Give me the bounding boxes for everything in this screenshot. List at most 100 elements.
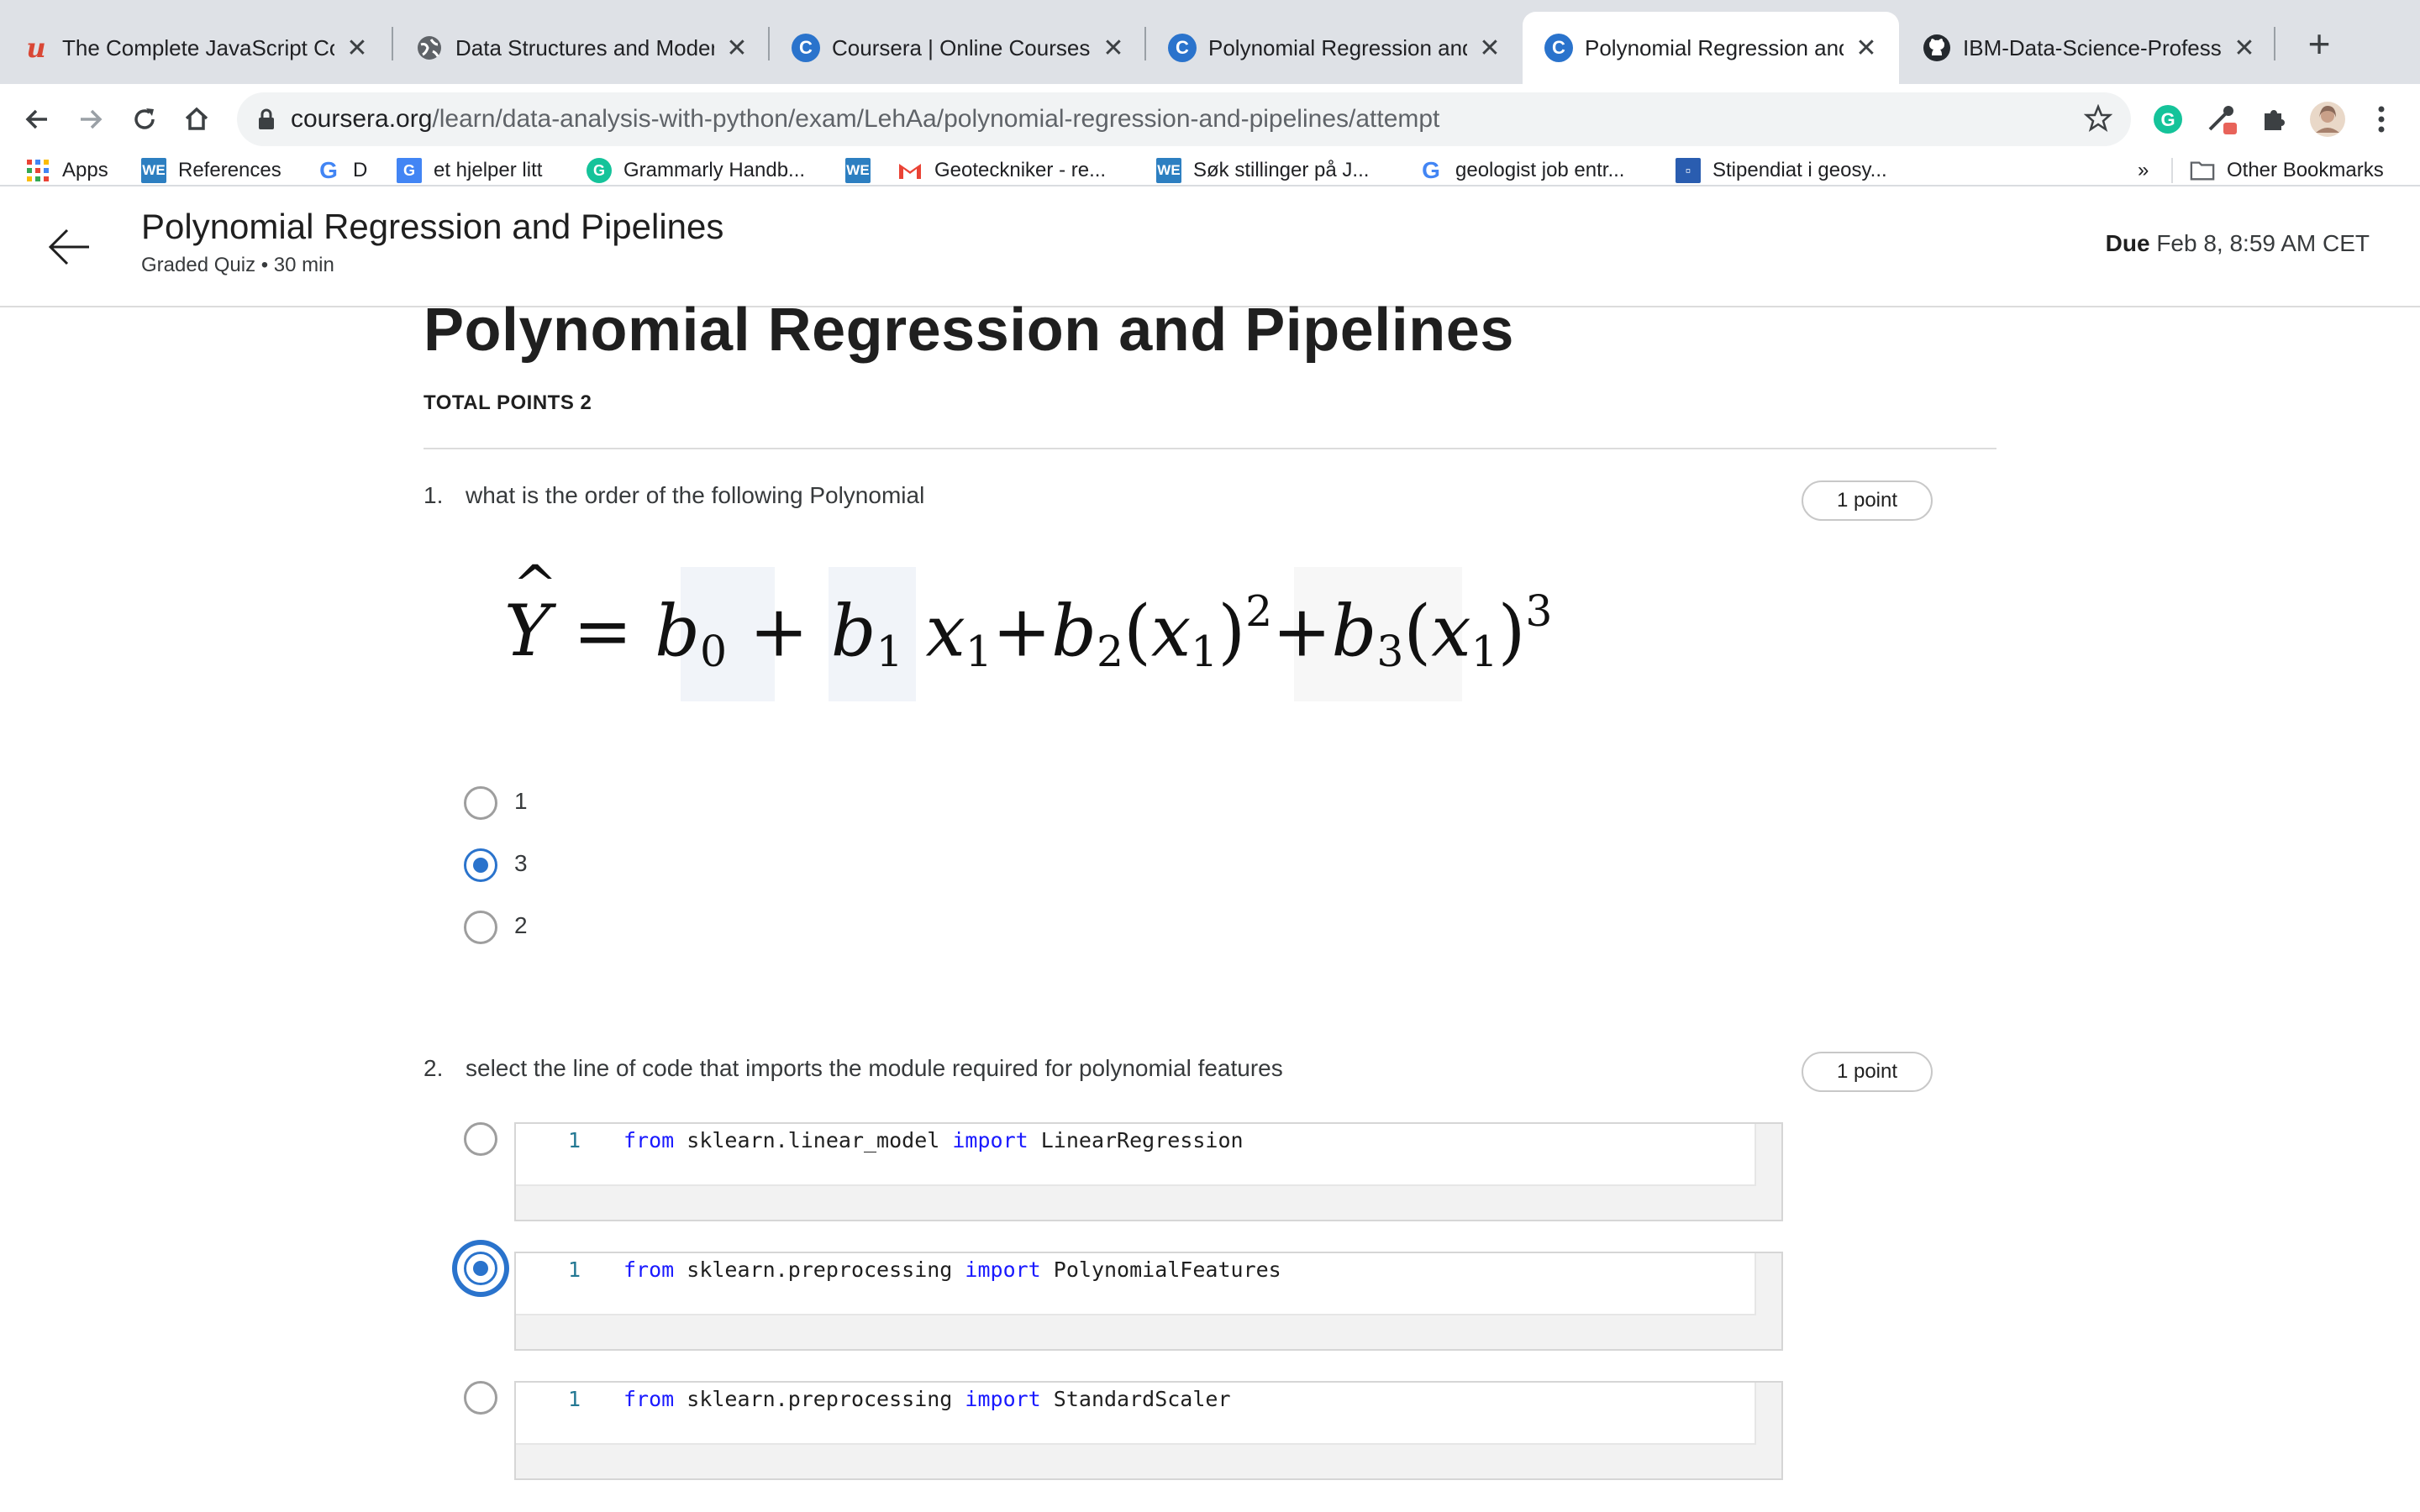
google-translate-icon: G [397,158,422,183]
answer-label: 3 [514,850,528,876]
question-text: select the line of code that imports the… [466,1055,1283,1081]
back-button[interactable] [13,96,60,143]
address-bar[interactable]: coursera.org/learn/data-analysis-with-py… [237,92,2131,146]
code-line: 1 from sklearn.preprocessing import Stan… [516,1383,1756,1445]
question-number: 1. [424,482,444,508]
due-date: Due Feb 8, 8:59 AM CET [2106,230,2370,257]
lock-icon [259,108,274,129]
globe-icon [415,34,444,62]
bookmark-square-icon: ▫ [1676,158,1701,183]
udemy-icon: u [26,32,46,64]
home-button[interactable] [173,96,220,143]
tab-title: The Complete JavaScript Co [62,34,334,60]
arrow-left-icon [25,109,47,129]
bookmark-geologist-job[interactable]: G geologist job entr... [1418,155,1624,186]
code-text: from sklearn.preprocessing import Standa… [623,1383,1231,1416]
coursera-icon: C [1168,34,1197,62]
gmail-icon [897,158,923,183]
bookmark-apps[interactable]: Apps [25,155,108,186]
close-icon[interactable]: ✕ [1099,34,1128,62]
answer-label: 2 [514,912,528,938]
we-icon: WE [845,158,871,183]
bookmark-label: geologist job entr... [1455,159,1625,181]
svg-text:G: G [2160,109,2175,130]
arrow-right-icon [81,109,103,129]
menu-kebab-icon[interactable] [2360,97,2403,141]
bookmark-d[interactable]: G D [316,155,367,186]
close-icon[interactable]: ✕ [723,34,751,62]
code-keyword: import [965,1257,1041,1282]
answer-radio[interactable] [464,1122,497,1156]
code-module: sklearn.linear_model [687,1128,940,1152]
browser-tab[interactable]: u The Complete JavaScript Co ✕ [0,12,390,84]
bookmark-sok-stillinger[interactable]: WE Søk stillinger på J... [1156,155,1369,186]
url-text[interactable]: coursera.org/learn/data-analysis-with-py… [291,92,1439,146]
tab-title: Polynomial Regression and P [1585,34,1844,60]
browser-tab-active[interactable]: C Polynomial Regression and P ✕ [1523,12,1899,84]
answer-radio[interactable] [464,1381,497,1415]
bookmark-we[interactable]: WE [845,155,882,186]
eyedropper-extension-icon[interactable] [2200,97,2244,141]
answer-radio[interactable] [464,786,497,820]
browser-tab[interactable]: C Coursera | Online Courses & ✕ [770,12,1146,84]
google-icon: G [319,157,338,183]
close-icon[interactable]: ✕ [343,34,371,62]
bookmark-references[interactable]: WE References [141,155,281,186]
arrow-left-icon [48,228,89,265]
answer-radio-selected[interactable] [464,848,497,882]
code-name: PolynomialFeatures [1053,1257,1281,1282]
browser-tab[interactable]: IBM-Data-Science-Professio ✕ [1901,12,2277,84]
puzzle-extensions-icon[interactable] [2252,97,2296,141]
code-option[interactable]: 1 from sklearn.preprocessing import Stan… [514,1381,1783,1480]
browser-tab[interactable]: C Polynomial Regression and P ✕ [1146,12,1523,84]
close-icon[interactable]: ✕ [1852,34,1881,62]
code-module: sklearn.preprocessing [687,1257,953,1282]
code-text: from sklearn.preprocessing import Polyno… [623,1253,1281,1287]
points-badge: 1 point [1802,480,1933,521]
we-icon: WE [1156,158,1181,183]
code-option[interactable]: 1 from sklearn.preprocessing import Poly… [514,1252,1783,1351]
answer-radio[interactable] [464,911,497,944]
code-module: sklearn.preprocessing [687,1387,953,1411]
header-title: Polynomial Regression and Pipelines [141,207,724,246]
line-number: 1 [568,1257,581,1282]
code-line: 1 from sklearn.preprocessing import Poly… [516,1253,1756,1315]
tab-title: IBM-Data-Science-Professio [1963,34,2222,60]
bookmark-geoteckniker[interactable]: Geoteckniker - re... [897,155,1106,186]
new-tab-button[interactable]: + [2296,20,2343,67]
due-value: Feb 8, 8:59 AM CET [2156,230,2370,256]
star-icon[interactable] [2084,104,2112,133]
bookmark-et-hjelper-litt[interactable]: G et hjelper litt [397,155,542,186]
reload-button[interactable] [121,96,168,143]
grammarly-extension-icon[interactable]: G [2146,97,2190,141]
other-bookmarks-button[interactable]: Other Bookmarks [2190,155,2384,186]
browser-toolbar: coursera.org/learn/data-analysis-with-py… [0,84,2420,155]
tab-title: Coursera | Online Courses & [832,34,1091,60]
code-name: LinearRegression [1040,1128,1244,1152]
tab-title: Polynomial Regression and P [1208,34,1467,60]
bookmarks-overflow-button[interactable]: » [2138,155,2149,186]
line-number: 1 [568,1128,581,1152]
close-icon[interactable]: ✕ [1476,34,1504,62]
bookmark-grammarly[interactable]: G Grammarly Handb... [587,155,805,186]
coursera-icon: C [1544,34,1573,62]
apps-grid-icon [25,158,50,183]
quiz-header: Polynomial Regression and Pipelines Grad… [0,186,2420,307]
home-icon [185,107,208,130]
bookmark-stipendiat[interactable]: ▫ Stipendiat i geosy... [1676,155,1887,186]
bookmark-label: Apps [62,159,108,181]
answer-radio-selected[interactable] [464,1252,497,1285]
divider [424,448,1996,449]
code-keyword: import [965,1387,1041,1411]
close-icon[interactable]: ✕ [2230,34,2259,62]
forward-button[interactable] [67,96,114,143]
url-host: coursera.org [291,105,433,133]
bookmark-label: D [353,159,368,181]
bookmark-label: Geoteckniker - re... [934,159,1107,181]
browser-tab[interactable]: Data Structures and Modern ✕ [393,12,770,84]
back-to-course-button[interactable] [45,223,92,275]
we-icon: WE [141,158,166,183]
bookmark-label: References [178,159,281,181]
code-option[interactable]: 1 from sklearn.linear_model import Linea… [514,1122,1783,1221]
profile-avatar[interactable] [2306,97,2349,141]
